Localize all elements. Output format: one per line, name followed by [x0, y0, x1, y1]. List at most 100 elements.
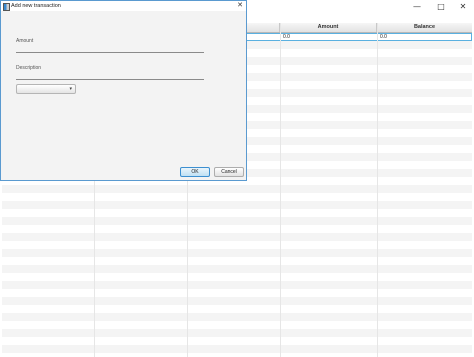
table-row[interactable] [2, 249, 472, 257]
table-row[interactable] [2, 225, 472, 233]
table-cell [187, 345, 280, 353]
table-row[interactable] [2, 209, 472, 217]
table-cell [2, 225, 94, 233]
amount-input[interactable] [16, 43, 204, 52]
table-row[interactable] [2, 257, 472, 265]
maximize-icon[interactable]: □ [430, 0, 452, 12]
table-row[interactable] [2, 337, 472, 345]
table-cell [2, 249, 94, 257]
table-row[interactable] [2, 265, 472, 273]
table-cell [377, 337, 472, 345]
table-cell [94, 321, 187, 329]
table-cell [94, 345, 187, 353]
table-cell [94, 249, 187, 257]
table-row[interactable] [2, 297, 472, 305]
table-cell [2, 209, 94, 217]
table-cell [280, 265, 377, 273]
table-cell [280, 129, 377, 137]
table-cell [187, 233, 280, 241]
table-row[interactable] [2, 289, 472, 297]
table-cell [377, 177, 472, 185]
ok-button[interactable]: OK [180, 167, 210, 177]
table-row[interactable] [2, 353, 472, 357]
table-cell [187, 305, 280, 313]
column-divider [280, 23, 281, 357]
table-cell [280, 41, 377, 49]
table-cell [377, 233, 472, 241]
table-cell [280, 281, 377, 289]
table-row[interactable] [2, 321, 472, 329]
table-cell [377, 129, 472, 137]
table-cell [94, 329, 187, 337]
table-cell [94, 305, 187, 313]
table-cell [94, 217, 187, 225]
table-cell [280, 249, 377, 257]
table-row[interactable] [2, 193, 472, 201]
table-cell [377, 113, 472, 121]
table-row[interactable] [2, 329, 472, 337]
description-underline [16, 79, 204, 80]
table-cell [2, 297, 94, 305]
table-cell [377, 185, 472, 193]
table-cell [377, 297, 472, 305]
table-cell [280, 209, 377, 217]
cancel-button[interactable]: Cancel [214, 167, 244, 177]
table-cell [2, 265, 94, 273]
table-row[interactable] [2, 233, 472, 241]
table-cell [280, 225, 377, 233]
table-cell [280, 153, 377, 161]
table-cell [377, 241, 472, 249]
table-cell [94, 233, 187, 241]
minimize-icon[interactable]: — [406, 0, 428, 12]
column-header-amount[interactable]: Amount [280, 23, 377, 32]
table-cell [187, 353, 280, 357]
table-cell [2, 185, 94, 193]
table-row[interactable] [2, 201, 472, 209]
table-cell [377, 329, 472, 337]
table-cell [2, 273, 94, 281]
table-cell [280, 257, 377, 265]
close-icon[interactable]: ✕ [452, 0, 474, 12]
table-cell [280, 297, 377, 305]
table-cell [2, 329, 94, 337]
table-cell [187, 265, 280, 273]
table-cell [280, 97, 377, 105]
table-cell [280, 73, 377, 81]
table-row[interactable] [2, 281, 472, 289]
table-cell [187, 225, 280, 233]
table-cell [377, 121, 472, 129]
table-cell [377, 257, 472, 265]
category-combo[interactable]: ▾ [16, 84, 76, 94]
table-row[interactable] [2, 273, 472, 281]
table-row[interactable] [2, 185, 472, 193]
table-cell [94, 209, 187, 217]
table-cell [280, 161, 377, 169]
table-row[interactable] [2, 345, 472, 353]
table-cell [280, 353, 377, 357]
dialog-title: Add new transaction [11, 3, 61, 9]
description-input[interactable] [16, 70, 204, 79]
table-row[interactable] [2, 241, 472, 249]
table-cell [377, 217, 472, 225]
dialog-titlebar[interactable]: Add new transaction ✕ [1, 1, 246, 11]
table-cell [187, 313, 280, 321]
table-cell [377, 153, 472, 161]
table-row[interactable] [2, 305, 472, 313]
table-cell [377, 65, 472, 73]
table-cell [94, 193, 187, 201]
table-cell [187, 289, 280, 297]
table-cell [377, 201, 472, 209]
table-cell [280, 145, 377, 153]
table-cell [187, 281, 280, 289]
close-icon[interactable]: ✕ [235, 1, 245, 11]
table-cell [94, 185, 187, 193]
table-cell [377, 145, 472, 153]
column-header-balance[interactable]: Balance [377, 23, 472, 32]
table-cell [2, 313, 94, 321]
table-cell [377, 137, 472, 145]
table-row[interactable] [2, 313, 472, 321]
table-cell [280, 169, 377, 177]
table-cell [280, 201, 377, 209]
column-divider [377, 23, 378, 357]
table-row[interactable] [2, 217, 472, 225]
